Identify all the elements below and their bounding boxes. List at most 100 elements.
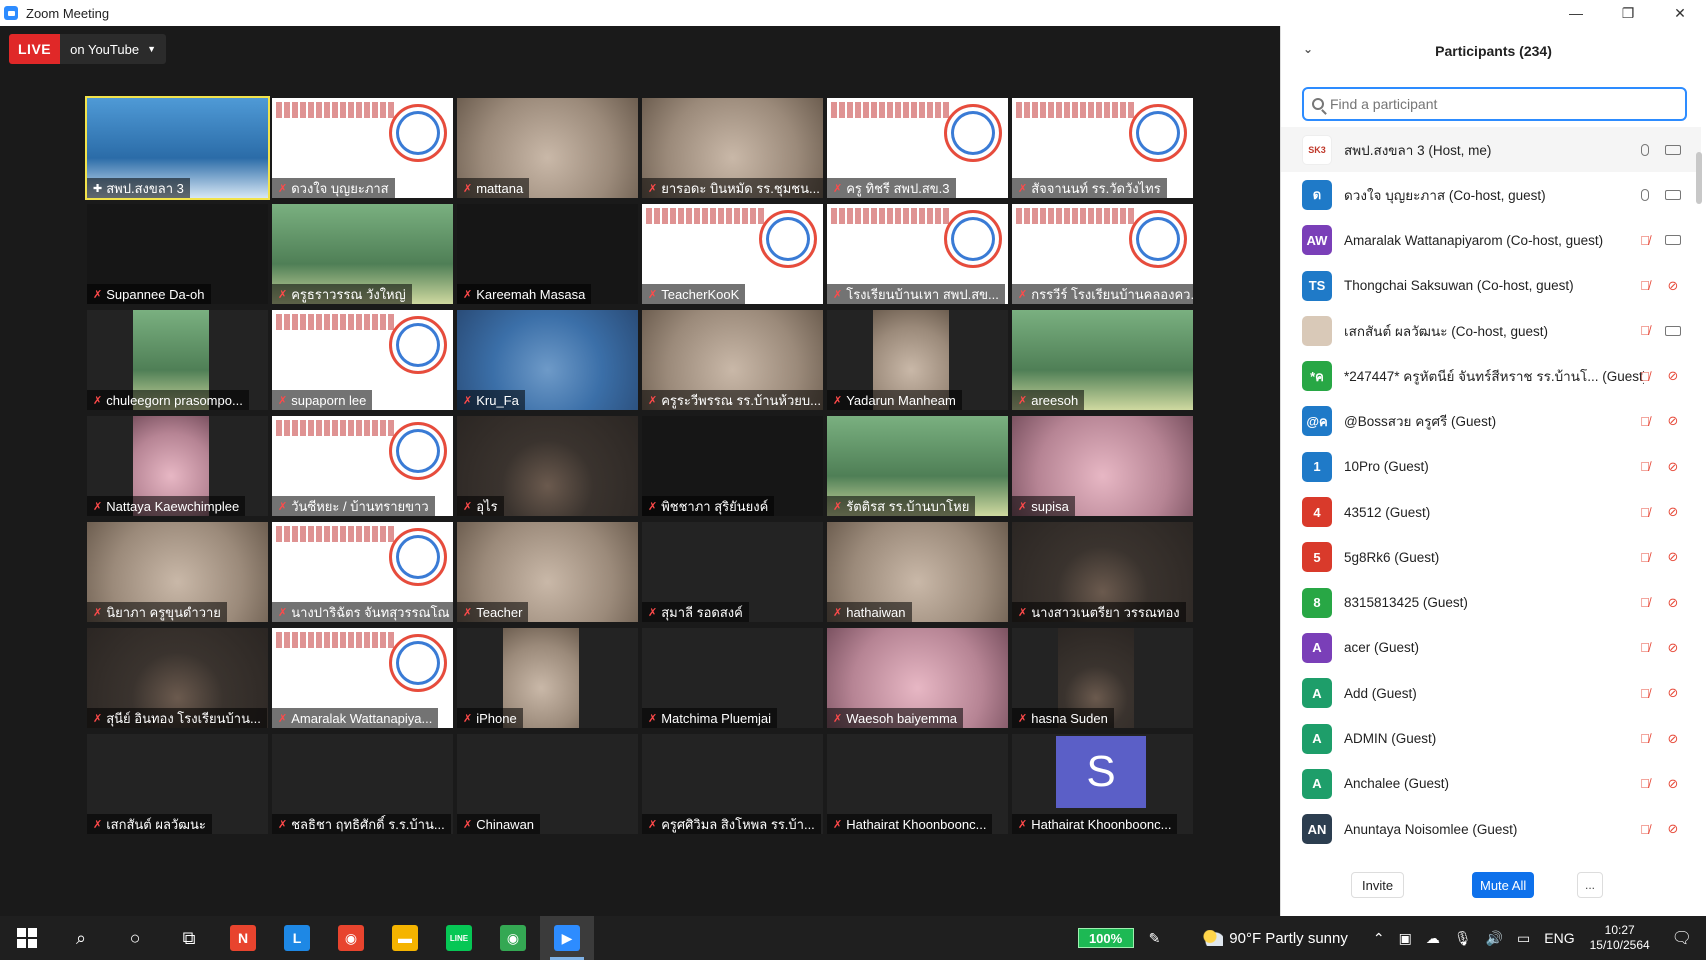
video-camera-icon[interactable] xyxy=(1665,323,1681,339)
task-view-icon[interactable]: ⧉ xyxy=(162,916,216,960)
l-app-icon[interactable]: L xyxy=(270,916,324,960)
microphone-icon[interactable]: 🎙 xyxy=(1454,930,1472,947)
video-off-icon[interactable]: ⊘ xyxy=(1665,278,1681,294)
video-camera-icon[interactable] xyxy=(1665,232,1681,248)
mic-muted-icon[interactable]: 🎙̸ xyxy=(1637,776,1653,792)
video-tile[interactable]: ✚ สพป.สงขลา 3 xyxy=(85,96,270,200)
video-off-icon[interactable]: ⊘ xyxy=(1665,504,1681,520)
participant-row[interactable]: @ค @Bossสวย ครูศรี (Guest) 🎙̸ ⊘ xyxy=(1281,399,1701,444)
video-off-icon[interactable]: ⊘ xyxy=(1665,640,1681,656)
video-tile[interactable]: ✗ โรงเรียนบ้านเหา สพป.สข... xyxy=(827,204,1008,304)
video-tile[interactable]: ✗ TeacherKooK xyxy=(642,204,823,304)
participant-row[interactable]: 8 8315813425 (Guest) 🎙̸ ⊘ xyxy=(1281,580,1701,625)
mic-muted-icon[interactable]: 🎙̸ xyxy=(1637,731,1653,747)
video-off-icon[interactable]: ⊘ xyxy=(1665,731,1681,747)
video-tile[interactable]: ✗ Teacher xyxy=(457,522,638,622)
mic-muted-icon[interactable]: 🎙̸ xyxy=(1637,595,1653,611)
video-tile[interactable]: ✗ ครูระวีพรรณ รร.บ้านห้วยบ... xyxy=(642,310,823,410)
mic-muted-icon[interactable]: 🎙̸ xyxy=(1637,278,1653,294)
live-stream-badge[interactable]: LIVE on YouTube ▼ xyxy=(9,34,166,64)
video-off-icon[interactable]: ⊘ xyxy=(1665,368,1681,384)
video-tile[interactable]: ✗ นิยาภา ครูขุนดำวาย xyxy=(87,522,268,622)
participant-row[interactable]: A Anchalee (Guest) 🎙̸ ⊘ xyxy=(1281,761,1701,806)
video-off-icon[interactable]: ⊘ xyxy=(1665,685,1681,701)
participant-search-box[interactable] xyxy=(1302,87,1687,121)
video-off-icon[interactable]: ⊘ xyxy=(1665,821,1681,837)
video-tile[interactable]: ✗ ยารอดะ บินหมัด รร.ชุมชน... xyxy=(642,98,823,198)
participant-search-input[interactable] xyxy=(1330,96,1660,112)
participant-row[interactable]: ด ดวงใจ บุญยะภาส (Co-host, guest) xyxy=(1281,172,1701,217)
network-icon[interactable]: ☁ xyxy=(1426,930,1440,947)
battery-indicator[interactable]: 100% xyxy=(1077,928,1134,948)
video-tile[interactable]: ✗ พิชชาภา สุริยันยงค์ xyxy=(642,416,823,516)
video-tile[interactable]: ✗ Amaralak Wattanapiya... xyxy=(272,628,453,728)
video-tile[interactable]: ✗ Chinawan xyxy=(457,734,638,834)
video-tile[interactable]: ✗ สุมาลี รอดสงค์ xyxy=(642,522,823,622)
maximize-button[interactable]: ❐ xyxy=(1602,0,1654,26)
mic-muted-icon[interactable]: 🎙̸ xyxy=(1637,459,1653,475)
zoom-app-icon[interactable]: ▶ xyxy=(540,916,594,960)
participant-row[interactable]: AN Anuntaya Noisomlee (Guest) 🎙̸ ⊘ xyxy=(1281,806,1701,851)
video-tile[interactable]: ✗ อุไร xyxy=(457,416,638,516)
participant-row[interactable]: A Add (Guest) 🎙̸ ⊘ xyxy=(1281,671,1701,716)
participant-row[interactable]: เสกสันต์ ผลวัฒนะ (Co-host, guest) 🎙̸ xyxy=(1281,308,1701,353)
video-off-icon[interactable]: ⊘ xyxy=(1665,459,1681,475)
video-tile[interactable]: ✗ iPhone xyxy=(457,628,638,728)
video-tile[interactable]: ✗ Supannee Da-oh xyxy=(87,204,268,304)
video-tile[interactable]: S ✗ Hathairat Khoonboonc... xyxy=(1012,734,1193,834)
video-tile[interactable]: ✗ Nattaya Kaewchimplee xyxy=(87,416,268,516)
participant-row[interactable]: 5 5g8Rk6 (Guest) 🎙̸ ⊘ xyxy=(1281,535,1701,580)
video-tile[interactable]: ✗ เสกสันต์ ผลวัฒนะ xyxy=(87,734,268,834)
video-tile[interactable]: ✗ นางปาริฉัตร จันทสุวรรณโณ xyxy=(272,522,453,622)
video-tile[interactable]: ✗ สุนีย์ อินทอง โรงเรียนบ้าน... xyxy=(87,628,268,728)
mic-muted-icon[interactable]: 🎙̸ xyxy=(1637,549,1653,565)
video-tile[interactable]: ✗ กรรวีร์ โรงเรียนบ้านคลองคว... xyxy=(1012,204,1193,304)
participant-row[interactable]: AW Amaralak Wattanapiyarom (Co-host, gues… xyxy=(1281,218,1701,263)
minimize-button[interactable]: — xyxy=(1550,0,1602,26)
video-tile[interactable]: ✗ สัจจานนท์ รร.วัดวังไทร xyxy=(1012,98,1193,198)
video-tile[interactable]: ✗ วันซีหยะ / บ้านทรายขาว xyxy=(272,416,453,516)
video-tile[interactable]: ✗ ครู ทิชรี สพป.สข.3 xyxy=(827,98,1008,198)
weather-widget[interactable]: 90°F Partly sunny xyxy=(1203,930,1348,947)
video-tile[interactable]: ✗ Yadarun Manheam xyxy=(827,310,1008,410)
video-tile[interactable]: ✗ areesoh xyxy=(1012,310,1193,410)
mic-muted-icon[interactable]: 🎙̸ xyxy=(1637,413,1653,429)
chrome-2-icon[interactable]: ◉ xyxy=(486,916,540,960)
participant-row[interactable]: A ADMIN (Guest) 🎙̸ ⊘ xyxy=(1281,716,1701,761)
video-tile[interactable]: ✗ ครูธราวรรณ วังใหญ่ xyxy=(272,204,453,304)
video-tile[interactable]: ✗ ดวงใจ บุญยะภาส xyxy=(272,98,453,198)
mic-muted-icon[interactable]: 🎙̸ xyxy=(1637,685,1653,701)
mic-muted-icon[interactable]: 🎙̸ xyxy=(1637,821,1653,837)
participant-row[interactable]: TS Thongchai Saksuwan (Co-host, guest) 🎙̸ ⊘ xyxy=(1281,263,1701,308)
participant-row[interactable]: *ค *247447* ครูหัตนีย์ จันทร์สีหราช รร.บ้… xyxy=(1281,353,1701,398)
mic-muted-icon[interactable]: 🎙̸ xyxy=(1637,323,1653,339)
mute-all-button[interactable]: Mute All xyxy=(1472,872,1535,898)
close-button[interactable]: ✕ xyxy=(1654,0,1706,26)
video-camera-icon[interactable] xyxy=(1665,142,1681,158)
file-explorer-icon[interactable]: ▬ xyxy=(378,916,432,960)
video-tile[interactable]: ✗ supisa xyxy=(1012,416,1193,516)
volume-icon[interactable]: 🔊 xyxy=(1486,930,1503,947)
more-options-button[interactable]: ... xyxy=(1577,872,1603,898)
microphone-icon[interactable] xyxy=(1637,142,1653,158)
mic-muted-icon[interactable]: 🎙̸ xyxy=(1637,368,1653,384)
video-tile[interactable]: ✗ supaporn lee xyxy=(272,310,453,410)
video-off-icon[interactable]: ⊘ xyxy=(1665,549,1681,565)
video-tile[interactable]: ✗ Kareemah Masasa xyxy=(457,204,638,304)
video-tile[interactable]: ✗ mattana xyxy=(457,98,638,198)
video-tile[interactable]: ✗ ครูศศิวิมล สิงโหพล รร.บ้า... xyxy=(642,734,823,834)
video-tile[interactable]: ✗ Waesoh baiyemma xyxy=(827,628,1008,728)
live-destination-dropdown[interactable]: on YouTube ▼ xyxy=(60,34,166,64)
video-off-icon[interactable]: ⊘ xyxy=(1665,776,1681,792)
participant-row[interactable]: SK3 สพป.สงขลา 3 (Host, me) xyxy=(1281,127,1701,173)
video-tile[interactable]: ✗ Kru_Fa xyxy=(457,310,638,410)
video-tile[interactable]: ✗ hathaiwan xyxy=(827,522,1008,622)
video-tile[interactable]: ✗ chuleegorn prasompo... xyxy=(87,310,268,410)
video-tile[interactable]: ✗ Hathairat Khoonboonc... xyxy=(827,734,1008,834)
chevron-up-icon[interactable]: ⌃ xyxy=(1373,930,1385,947)
participant-row[interactable]: 1 10Pro (Guest) 🎙̸ ⊘ xyxy=(1281,444,1701,489)
start-button[interactable] xyxy=(0,916,54,960)
language-indicator[interactable]: ENG xyxy=(1544,930,1574,946)
clock[interactable]: 10:27 15/10/2564 xyxy=(1590,923,1650,953)
mic-muted-icon[interactable]: 🎙̸ xyxy=(1637,640,1653,656)
